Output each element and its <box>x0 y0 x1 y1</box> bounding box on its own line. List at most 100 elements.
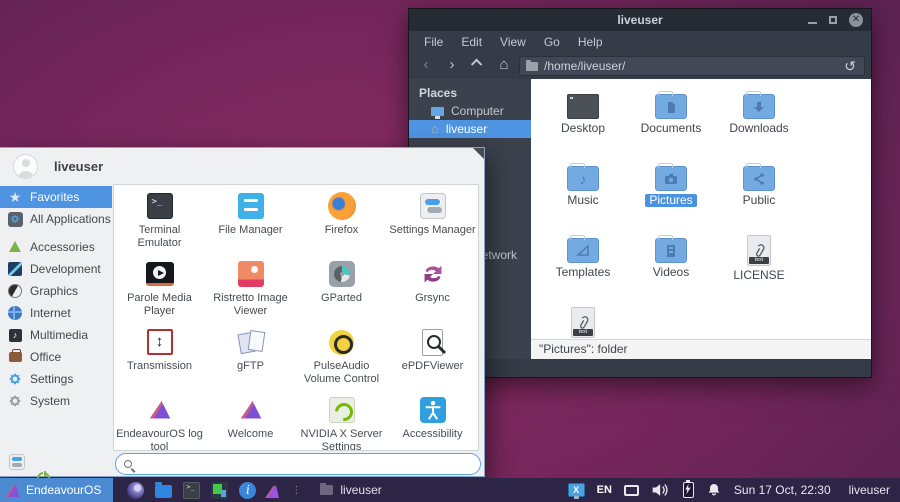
file-public[interactable]: Public <box>715 153 803 225</box>
app-file-manager[interactable]: File Manager <box>205 188 296 256</box>
app-gparted[interactable]: GParted <box>296 256 387 324</box>
app-label: GParted <box>321 292 362 304</box>
grid-gear-icon <box>7 211 23 227</box>
menu-header: liveuser <box>0 148 484 184</box>
category-development[interactable]: Development <box>0 258 112 280</box>
menu-file[interactable]: File <box>415 35 452 49</box>
search-bar[interactable] <box>115 453 481 475</box>
category-multimedia[interactable]: ♪ Multimedia <box>0 324 112 346</box>
app-epdfviewer[interactable]: ePDFViewer <box>387 324 478 392</box>
xorg-tray-icon[interactable]: X <box>567 483 585 499</box>
category-list: ★ Favorites All Applications Accessories … <box>0 186 112 412</box>
sidebar-item-label: liveuser <box>445 122 488 136</box>
app-pulseaudio[interactable]: PulseAudio Volume Control <box>296 324 387 392</box>
file-desktop[interactable]: Desktop <box>539 81 627 153</box>
menu-help[interactable]: Help <box>569 35 612 49</box>
home-button[interactable]: ⌂ <box>493 56 515 76</box>
file-view[interactable]: Desktop Documents Downloads ♪ Music Pict… <box>531 79 871 359</box>
keyboard-layout[interactable]: EN <box>597 484 612 496</box>
refresh-icon[interactable]: ↺ <box>842 58 858 75</box>
category-office[interactable]: Office <box>0 346 112 368</box>
file-videos[interactable]: Videos <box>627 225 715 297</box>
category-label: Office <box>30 350 62 364</box>
display-tray-icon[interactable] <box>623 484 639 496</box>
settings-manager-button[interactable] <box>9 454 25 470</box>
file-music[interactable]: ♪ Music <box>539 153 627 225</box>
endeavouros-logo-icon <box>149 400 170 419</box>
category-internet[interactable]: Internet <box>0 302 112 324</box>
app-gftp[interactable]: gFTP <box>205 324 296 392</box>
window-button-liveuser[interactable]: liveuser <box>310 478 391 502</box>
app-label: Settings Manager <box>389 224 476 236</box>
app-welcome[interactable]: Welcome <box>205 392 296 450</box>
titlebar[interactable]: liveuser ✕ <box>409 9 871 31</box>
app-label: PulseAudio Volume Control <box>303 360 380 385</box>
sidebar-item-computer[interactable]: Computer <box>409 102 531 120</box>
category-all-applications[interactable]: All Applications <box>0 208 112 230</box>
app-accessibility[interactable]: Accessibility <box>387 392 478 450</box>
app-ristretto[interactable]: Ristretto Image Viewer <box>205 256 296 324</box>
file-templates[interactable]: Templates <box>539 225 627 297</box>
app-parole[interactable]: Parole Media Player <box>114 256 205 324</box>
menu-view[interactable]: View <box>491 35 535 49</box>
file-license[interactable]: text LICENSE <box>715 225 803 297</box>
forward-button[interactable]: › <box>441 56 463 76</box>
file-manager-launcher-icon[interactable] <box>155 481 173 498</box>
folder-icon <box>320 483 334 495</box>
app-eos-log-tool[interactable]: EndeavourOS log tool <box>114 392 205 450</box>
file-documents[interactable]: Documents <box>627 81 715 153</box>
firefox-icon <box>327 192 356 220</box>
close-button[interactable]: ✕ <box>849 13 863 27</box>
computer-icon <box>431 106 444 119</box>
start-label: EndeavourOS <box>26 483 102 497</box>
app-grid-panel: >_ Terminal Emulator File Manager Firefox… <box>113 184 479 451</box>
app-terminal-emulator[interactable]: >_ Terminal Emulator <box>114 188 205 256</box>
endeavouros-launcher-icon[interactable] <box>267 484 280 498</box>
up-button[interactable] <box>467 56 489 76</box>
app-label: Accessibility <box>402 428 463 440</box>
videos-folder-icon <box>655 235 687 263</box>
category-system[interactable]: System <box>0 390 112 412</box>
app-label: Parole Media Player <box>127 292 192 317</box>
notification-bell-icon[interactable] <box>706 482 722 498</box>
category-label: All Applications <box>30 212 111 226</box>
app-firefox[interactable]: Firefox <box>296 188 387 256</box>
terminal-launcher-icon[interactable]: >_ <box>183 481 201 499</box>
clock[interactable]: Sun 17 Oct, 22:30 <box>734 483 831 497</box>
app-grsync[interactable]: Grsync <box>387 256 478 324</box>
sidebar-item-liveuser[interactable]: ⌂ liveuser <box>409 120 531 138</box>
maximize-button[interactable] <box>829 16 837 24</box>
battery-icon[interactable] <box>682 480 694 498</box>
development-icon <box>8 262 22 276</box>
file-downloads[interactable]: Downloads <box>715 81 803 153</box>
category-favorites[interactable]: ★ Favorites <box>0 186 112 208</box>
user-avatar <box>13 153 38 179</box>
applications-menu-button[interactable]: EndeavourOS <box>0 478 114 502</box>
menu-go[interactable]: Go <box>535 35 569 49</box>
palette-icon <box>8 284 22 298</box>
category-settings[interactable]: Settings <box>0 368 112 390</box>
display-launcher-icon[interactable] <box>211 481 229 499</box>
file-name: Music <box>567 193 599 207</box>
app-nvidia-settings[interactable]: NVIDIA X Server Settings <box>296 392 387 451</box>
settings-manager-icon <box>419 193 446 219</box>
volume-icon[interactable] <box>651 482 671 498</box>
menu-edit[interactable]: Edit <box>452 35 491 49</box>
info-launcher-icon[interactable]: i <box>239 481 257 499</box>
current-path[interactable]: /home/liveuser/ <box>544 59 836 73</box>
app-settings-manager[interactable]: Settings Manager <box>387 188 478 256</box>
window-title: liveuser <box>617 13 663 27</box>
firefox-launcher-icon[interactable] <box>127 481 145 499</box>
minimize-button[interactable] <box>808 21 817 24</box>
file-name: Templates <box>555 265 611 279</box>
category-graphics[interactable]: Graphics <box>0 280 112 302</box>
file-name: Pictures <box>645 194 697 207</box>
app-transmission[interactable]: ↕ Transmission <box>114 324 205 392</box>
app-label: NVIDIA X Server Settings <box>300 428 383 451</box>
globe-icon <box>8 306 22 320</box>
path-field[interactable]: /home/liveuser/ ↺ <box>519 56 865 76</box>
search-input[interactable] <box>138 455 480 473</box>
category-accessories[interactable]: Accessories <box>0 236 112 258</box>
file-pictures[interactable]: Pictures <box>627 153 715 225</box>
back-button[interactable]: ‹ <box>415 56 437 76</box>
